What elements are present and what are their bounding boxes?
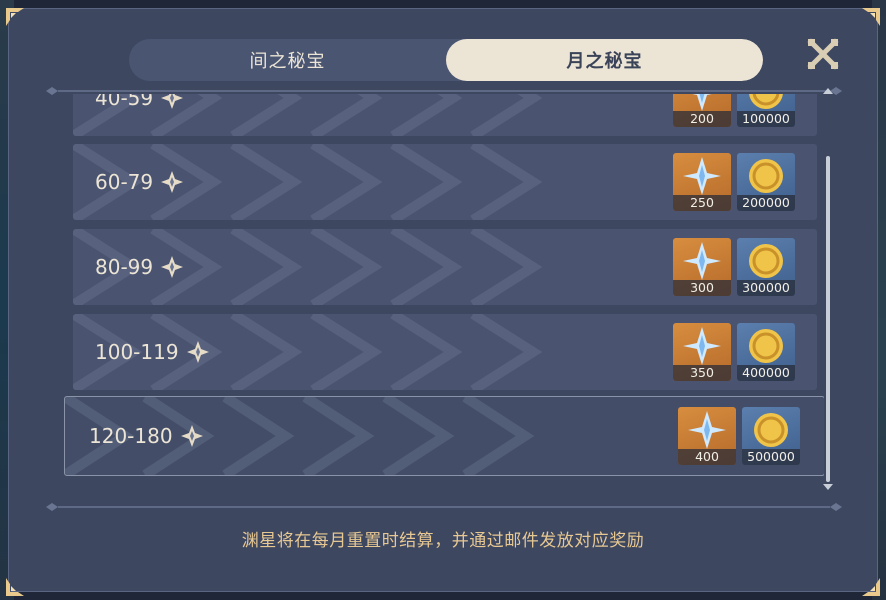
mora-reward[interactable]: 200000 xyxy=(737,153,795,211)
tier-range: 120-180 xyxy=(89,424,173,448)
tier-range: 40-59 xyxy=(95,94,154,110)
mora-reward[interactable]: 400000 xyxy=(737,323,795,381)
corner-ornament-icon xyxy=(860,6,882,28)
close-icon xyxy=(807,38,839,70)
primogem-reward[interactable]: 200 xyxy=(673,94,731,127)
mora-icon xyxy=(749,159,783,193)
primogem-reward[interactable]: 250 xyxy=(673,153,731,211)
scroll-cap-top xyxy=(823,88,833,94)
scroll-cap-bottom xyxy=(823,484,833,490)
primogem-count: 400 xyxy=(678,449,736,465)
tier-label: 80-99 xyxy=(95,254,185,280)
abyss-star-icon xyxy=(159,169,185,195)
primogem-count: 350 xyxy=(673,365,731,381)
reward-row: 60-79 250 200000 xyxy=(73,144,817,220)
mora-count: 400000 xyxy=(737,365,795,381)
reward-row-selected: 120-180 400 500000 xyxy=(64,396,824,476)
primogem-count: 250 xyxy=(673,195,731,211)
reward-row: 80-99 300 300000 xyxy=(73,229,817,305)
mora-count: 500000 xyxy=(742,449,800,465)
mora-count: 100000 xyxy=(737,111,795,127)
primogem-reward[interactable]: 300 xyxy=(673,238,731,296)
mora-count: 300000 xyxy=(737,280,795,296)
mora-icon xyxy=(749,244,783,278)
primogem-reward[interactable]: 400 xyxy=(678,407,736,465)
tier-range: 60-79 xyxy=(95,170,154,194)
mora-reward[interactable]: 300000 xyxy=(737,238,795,296)
abyss-star-icon xyxy=(159,254,185,280)
abyss-star-icon xyxy=(179,423,205,449)
primogem-icon xyxy=(683,242,721,280)
primogem-icon xyxy=(683,157,721,195)
tab-moon-treasure[interactable]: 月之秘宝 xyxy=(446,39,763,81)
reward-row: 100-119 350 400000 xyxy=(73,314,817,390)
tier-label: 120-180 xyxy=(89,423,205,449)
primogem-count: 200 xyxy=(673,111,731,127)
divider-ornament xyxy=(46,502,842,512)
corner-ornament-icon xyxy=(4,6,26,28)
tier-label: 40-59 xyxy=(95,94,185,111)
primogem-count: 300 xyxy=(673,280,731,296)
mora-reward[interactable]: 100000 xyxy=(737,94,795,127)
reward-row: 40-59 200 100000 xyxy=(73,94,817,136)
abyss-star-icon xyxy=(159,94,185,111)
tier-range: 80-99 xyxy=(95,255,154,279)
mora-reward[interactable]: 500000 xyxy=(742,407,800,465)
tier-label: 60-79 xyxy=(95,169,185,195)
tier-range: 100-119 xyxy=(95,340,179,364)
mora-count: 200000 xyxy=(737,195,795,211)
tab-bar: 间之秘宝 月之秘宝 xyxy=(129,39,763,81)
close-button[interactable] xyxy=(806,37,840,71)
mora-icon xyxy=(749,329,783,363)
reward-list[interactable]: 40-59 200 100000 60-79 250 200000 80-99 … xyxy=(60,94,824,492)
tab-spiral-treasure[interactable]: 间之秘宝 xyxy=(129,39,446,81)
mora-icon xyxy=(754,413,788,447)
scrollbar-thumb[interactable] xyxy=(826,156,830,482)
primogem-icon xyxy=(683,327,721,365)
corner-ornament-icon xyxy=(860,576,882,598)
settlement-note: 渊星将在每月重置时结算，并通过邮件发放对应奖励 xyxy=(241,531,645,551)
abyss-star-icon xyxy=(185,339,211,365)
corner-ornament-icon xyxy=(4,576,26,598)
primogem-reward[interactable]: 350 xyxy=(673,323,731,381)
primogem-icon xyxy=(688,411,726,449)
tier-label: 100-119 xyxy=(95,339,211,365)
